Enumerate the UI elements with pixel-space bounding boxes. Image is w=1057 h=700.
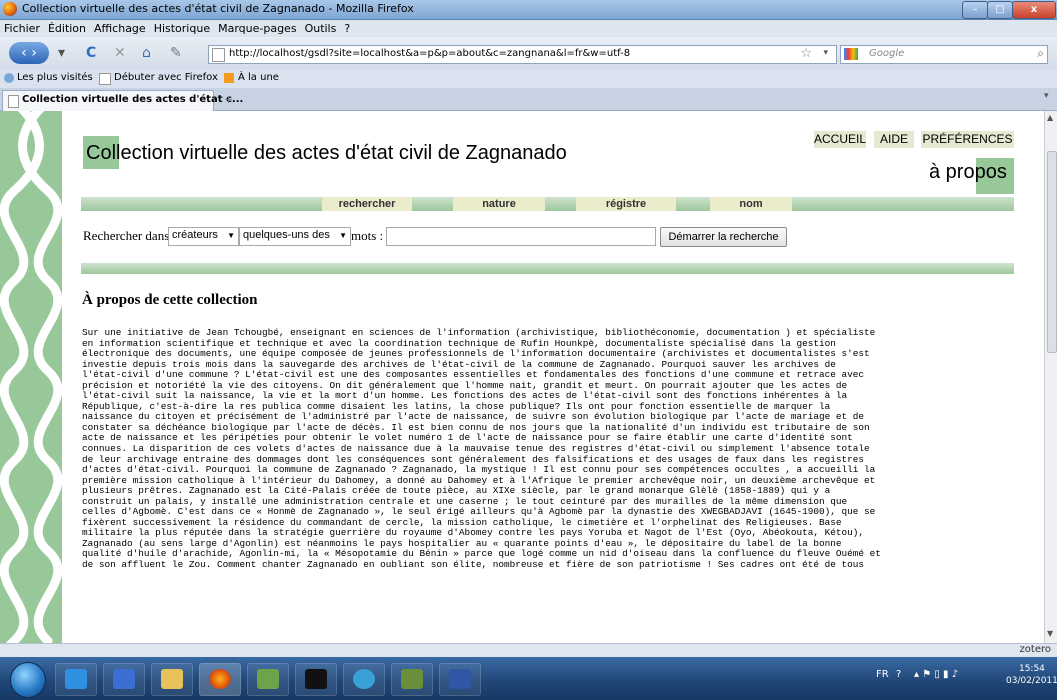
menu-historique[interactable]: Historique <box>150 20 214 35</box>
section-title: À propos de cette collection <box>82 292 258 308</box>
menu-fichier[interactable]: Fichier <box>0 20 44 35</box>
tab-collection[interactable]: Collection virtuelle des actes d'état c.… <box>2 90 243 111</box>
search-placeholder: Google <box>869 48 905 59</box>
firefox-icon <box>3 2 17 16</box>
most-visited-icon <box>4 73 14 83</box>
start-button[interactable] <box>10 662 46 698</box>
about-text-line: Sur une initiative de Jean Tchougbé, ens… <box>82 327 876 338</box>
tray-help-icon[interactable]: ? <box>896 669 901 680</box>
search-field-select[interactable]: créateurs ▼ <box>168 227 239 246</box>
braid-decoration <box>0 111 63 643</box>
taskbar-explorer-icon[interactable] <box>151 663 193 696</box>
about-text-line: connues. La disparition de ces volets d'… <box>82 443 870 455</box>
page-icon <box>212 48 225 62</box>
close-button[interactable]: x <box>1012 1 1056 19</box>
vertical-scrollbar[interactable]: ▲ ▼ <box>1044 111 1057 643</box>
tab-registre[interactable]: régistre <box>576 197 676 211</box>
status-bar: zotero <box>0 643 1057 657</box>
url-bar[interactable]: http://localhost/gsdl?site=localhost&a=p… <box>208 45 837 64</box>
tab-nature[interactable]: nature <box>453 197 545 211</box>
tab-page-icon <box>8 95 19 108</box>
system-clock[interactable]: 15:54 03/02/2011 <box>1006 663 1057 687</box>
zotero-button[interactable]: zotero <box>1020 644 1051 655</box>
chevron-down-icon: ▼ <box>339 231 347 240</box>
settings-icon[interactable]: ✎ <box>170 45 182 61</box>
start-search-button[interactable]: Démarrer la recherche <box>660 227 787 247</box>
reload-icon[interactable]: C <box>86 45 96 61</box>
about-text-line: de son affluent le Zou. Comment chanter … <box>82 559 865 571</box>
search-icon[interactable]: ⌕ <box>1037 46 1044 61</box>
taskbar-word-icon[interactable] <box>439 663 481 696</box>
search-bar[interactable]: Google ⌕ <box>840 45 1048 64</box>
search-mode-value: quelques-uns des <box>243 229 330 241</box>
rss-icon <box>224 73 234 83</box>
taskbar-terminal-icon[interactable] <box>295 663 337 696</box>
home-icon[interactable]: ⌂ <box>142 45 151 61</box>
chevron-down-icon: ▼ <box>227 231 235 240</box>
menu-affichage[interactable]: Affichage <box>90 20 150 35</box>
clock-date: 03/02/2011 <box>1006 676 1057 686</box>
menu-outils[interactable]: Outils <box>301 20 341 35</box>
window-titlebar: Collection virtuelle des actes d'état ci… <box>0 0 1057 20</box>
menu-marque-pages[interactable]: Marque-pages <box>214 20 300 35</box>
collection-title: Collection virtuelle des actes d'état ci… <box>86 142 567 164</box>
menu-edition[interactable]: Édition <box>44 20 90 35</box>
taskbar-app-icon[interactable] <box>391 663 433 696</box>
help-link[interactable]: AIDE <box>874 131 914 148</box>
menu-help[interactable]: ? <box>340 20 354 35</box>
navigation-toolbar: ‹ › ▾ C ✕ ⌂ ✎ http://localhost/gsdl?site… <box>0 37 1057 69</box>
search-suffix-label: mots : <box>351 228 384 243</box>
search-prefix-label: Rechercher dans <box>83 228 170 243</box>
tab-list-icon[interactable]: ▾ <box>1044 91 1049 101</box>
page-content: Collection virtuelle des actes d'état ci… <box>0 111 1044 643</box>
minimize-button[interactable]: – <box>962 1 988 19</box>
scroll-down-icon[interactable]: ▼ <box>1047 629 1053 638</box>
tab-nom[interactable]: nom <box>710 197 792 211</box>
back-forward-button[interactable]: ‹ › <box>9 42 49 64</box>
bookmark-getting-started[interactable]: Débuter avec Firefox <box>114 72 218 83</box>
page-name: à propos <box>929 161 1007 183</box>
new-tab-button[interactable]: + <box>224 93 233 106</box>
scroll-up-icon[interactable]: ▲ <box>1047 113 1053 122</box>
stop-icon[interactable]: ✕ <box>114 45 126 61</box>
scroll-thumb[interactable] <box>1047 151 1057 353</box>
bookmark-star-icon[interactable]: ☆ <box>800 46 812 61</box>
taskbar-network-icon[interactable] <box>343 663 385 696</box>
section-divider <box>81 263 1014 274</box>
windows-taskbar: FR ? ▴ ⚑ ▯ ▮ ♪ 15:54 03/02/2011 <box>0 657 1057 700</box>
taskbar-ie-icon[interactable] <box>55 663 97 696</box>
bookmark-headlines[interactable]: À la une <box>238 72 279 83</box>
bookmarks-bar: Les plus visités Débuter avec Firefox À … <box>0 69 1057 88</box>
window-title: Collection virtuelle des actes d'état ci… <box>22 2 414 15</box>
taskbar-firefox-icon[interactable] <box>199 663 241 696</box>
preferences-link[interactable]: PRÉFÉRENCES <box>921 131 1014 148</box>
maximize-button[interactable]: □ <box>987 1 1013 19</box>
tray-language[interactable]: FR <box>876 669 889 680</box>
menu-bar: Fichier Édition Affichage Historique Mar… <box>0 20 1057 37</box>
url-dropdown-icon[interactable]: ▾ <box>823 48 828 58</box>
search-field-value: créateurs <box>172 229 218 241</box>
history-dropdown-icon[interactable]: ▾ <box>58 45 65 61</box>
clock-time: 15:54 <box>1018 664 1045 674</box>
taskbar-books-icon[interactable] <box>247 663 289 696</box>
url-text[interactable]: http://localhost/gsdl?site=localhost&a=p… <box>229 48 630 59</box>
tab-rechercher[interactable]: rechercher <box>322 197 412 211</box>
tab-bar: Collection virtuelle des actes d'état c.… <box>0 88 1057 111</box>
tray-icons[interactable]: ▴ ⚑ ▯ ▮ ♪ <box>914 669 958 680</box>
google-icon[interactable] <box>844 48 858 60</box>
nav-strip: rechercher nature régistre nom <box>81 197 1014 211</box>
search-mode-select[interactable]: quelques-uns des ▼ <box>239 227 351 246</box>
search-query-input[interactable] <box>386 227 656 246</box>
bookmark-most-visited[interactable]: Les plus visités <box>17 72 93 83</box>
about-text: Sur une initiative de Jean Tchougbé, ens… <box>82 327 1022 571</box>
tab-label: Collection virtuelle des actes d'état c.… <box>22 94 244 105</box>
taskbar-media-icon[interactable] <box>103 663 145 696</box>
home-link[interactable]: ACCUEIL <box>814 131 866 148</box>
page-bookmark-icon <box>99 73 111 85</box>
